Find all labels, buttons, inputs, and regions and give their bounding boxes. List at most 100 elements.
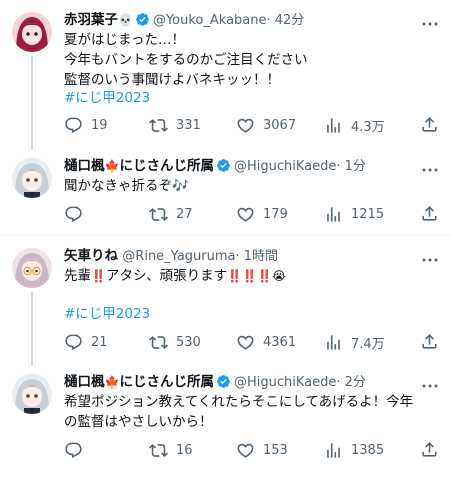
heart-icon: [236, 441, 255, 460]
tweet-text: 希望ポジション教えてくれたらそこにしてあげるよ！今年 の監督はやさしいから！: [64, 392, 439, 432]
reply-icon: [64, 116, 83, 135]
retweet-button[interactable]: 331: [149, 115, 201, 135]
view-count: 1385: [351, 442, 385, 458]
reply-button[interactable]: [64, 204, 91, 224]
avatar[interactable]: [12, 374, 52, 414]
tweet-text: 夏がはじまった…！ 今年もバントをするのかご注目ください 監督のいう事聞けよバネ…: [64, 30, 439, 90]
retweet-button[interactable]: 27: [149, 204, 193, 224]
double-exclamation-emoji: ‼️: [242, 269, 258, 283]
retweet-count: 530: [176, 334, 201, 350]
tweet-yaguruma[interactable]: 矢車りね @Rine_Yaguruma· 1時間 先輩‼️アタシ、頑張ります‼️…: [0, 236, 451, 366]
heart-icon: [236, 116, 255, 135]
tweet-text: 先輩‼️アタシ、頑張ります‼️‼️‼️😭: [64, 266, 439, 286]
views-button[interactable]: 7.4万: [324, 332, 385, 352]
retweet-button[interactable]: 16: [149, 440, 193, 460]
tweet-text-line: 監督のいう事聞けよバネキッッ！！: [64, 72, 280, 88]
display-name[interactable]: 赤羽葉子: [64, 12, 118, 28]
hashtag-link[interactable]: #にじ甲2023: [64, 88, 150, 108]
hashtag-link[interactable]: #にじ甲2023: [64, 304, 150, 324]
retweet-button[interactable]: 530: [149, 332, 201, 352]
tweet-header: 樋口楓🍁にじさんじ所属 @HiguchiKaede· 1分: [64, 156, 411, 176]
avatar[interactable]: [12, 158, 52, 198]
reply-button[interactable]: 19: [64, 115, 108, 135]
more-icon[interactable]: [421, 376, 439, 388]
retweet-icon: [149, 441, 168, 460]
retweet-count: 27: [176, 206, 193, 222]
name-emoji: 🍁: [104, 375, 120, 389]
like-button[interactable]: 3067: [236, 115, 296, 135]
tweet-header: 矢車りね @Rine_Yaguruma· 1時間: [64, 246, 411, 266]
share-icon: [420, 440, 439, 459]
action-bar: 19 331 3067 4.3万: [64, 115, 439, 135]
retweet-count: 16: [176, 442, 193, 458]
reply-button[interactable]: [64, 440, 91, 460]
more-icon[interactable]: [421, 14, 439, 26]
reply-icon: [64, 205, 83, 224]
thread-line: [31, 56, 33, 150]
retweet-icon: [149, 205, 168, 224]
tweet-text-line: 夏がはじまった…！: [64, 32, 185, 48]
double-exclamation-emoji: ‼️: [227, 269, 243, 283]
tweet-header: 赤羽葉子💀 @Youko_Akabane· 42分: [64, 10, 411, 30]
tweet-text-line: 聞かなきゃ折るぞ🎶: [64, 178, 189, 194]
retweet-icon: [149, 116, 168, 135]
share-icon: [420, 115, 439, 134]
retweet-icon: [149, 333, 168, 352]
handle[interactable]: @Rine_Yaguruma: [122, 249, 235, 264]
timestamp[interactable]: · 42分: [267, 13, 305, 28]
view-count: 7.4万: [351, 336, 385, 352]
reply-button[interactable]: 21: [64, 332, 108, 352]
action-bar: 27 179 1215: [64, 204, 439, 224]
crying-face-emoji: 😭: [272, 269, 287, 283]
share-button[interactable]: [420, 204, 439, 224]
reply-count: 21: [91, 334, 108, 350]
name-emoji: 💀: [118, 13, 133, 27]
action-bar: 21 530 4361 7.4万: [64, 332, 439, 352]
share-icon: [420, 204, 439, 223]
views-icon: [324, 205, 343, 224]
avatar[interactable]: [12, 12, 52, 52]
share-icon: [420, 332, 439, 351]
double-exclamation-emoji: ‼️: [257, 269, 273, 283]
reply-icon: [64, 333, 83, 352]
avatar[interactable]: [12, 248, 52, 288]
retweet-count: 331: [176, 117, 201, 133]
views-button[interactable]: 1385: [324, 440, 384, 460]
more-icon[interactable]: [421, 160, 439, 172]
reply-count: 19: [91, 117, 108, 133]
display-name[interactable]: 矢車りね: [64, 248, 118, 264]
handle[interactable]: @HiguchiKaede: [234, 159, 336, 174]
action-bar: 16 153 1385: [64, 440, 439, 460]
tweet-header: 樋口楓🍁にじさんじ所属 @HiguchiKaede· 2分: [64, 372, 411, 392]
display-name[interactable]: 樋口楓: [64, 374, 105, 390]
like-button[interactable]: 153: [236, 440, 288, 460]
tweet-higuchi-reply[interactable]: 樋口楓🍁にじさんじ所属 @HiguchiKaede· 2分 希望ポジション教えてく…: [0, 366, 451, 480]
display-name-suffix[interactable]: にじさんじ所属: [119, 158, 214, 174]
tweet-text-line: の監督はやさしいから！: [64, 414, 213, 430]
tweet-akabane[interactable]: 赤羽葉子💀 @Youko_Akabane· 42分 夏がはじまった…！ 今年もバン…: [0, 0, 451, 150]
handle[interactable]: @Youko_Akabane: [153, 13, 267, 28]
handle[interactable]: @HiguchiKaede: [234, 375, 336, 390]
tweet-text-main: アタシ、頑張ります: [105, 268, 228, 284]
display-name-suffix[interactable]: にじさんじ所属: [119, 374, 214, 390]
share-button[interactable]: [420, 440, 439, 460]
like-button[interactable]: 4361: [236, 332, 296, 352]
more-icon[interactable]: [421, 250, 439, 262]
timestamp[interactable]: · 1時間: [236, 249, 279, 264]
tweet-higuchi-reply[interactable]: 樋口楓🍁にじさんじ所属 @HiguchiKaede· 1分 聞かなきゃ折るぞ🎶 2…: [0, 150, 451, 235]
heart-icon: [236, 333, 255, 352]
like-count: 153: [263, 442, 288, 458]
timestamp[interactable]: · 2分: [336, 375, 366, 390]
double-exclamation-emoji: ‼️: [91, 269, 106, 283]
display-name[interactable]: 樋口楓: [64, 158, 105, 174]
views-icon: [324, 441, 343, 460]
timestamp[interactable]: · 1分: [336, 159, 366, 174]
reply-icon: [64, 441, 83, 460]
share-button[interactable]: [420, 115, 439, 135]
views-button[interactable]: 1215: [324, 204, 384, 224]
like-button[interactable]: 179: [236, 204, 288, 224]
thread-line: [31, 292, 33, 366]
heart-icon: [236, 205, 255, 224]
views-button[interactable]: 4.3万: [324, 115, 385, 135]
share-button[interactable]: [420, 332, 439, 352]
